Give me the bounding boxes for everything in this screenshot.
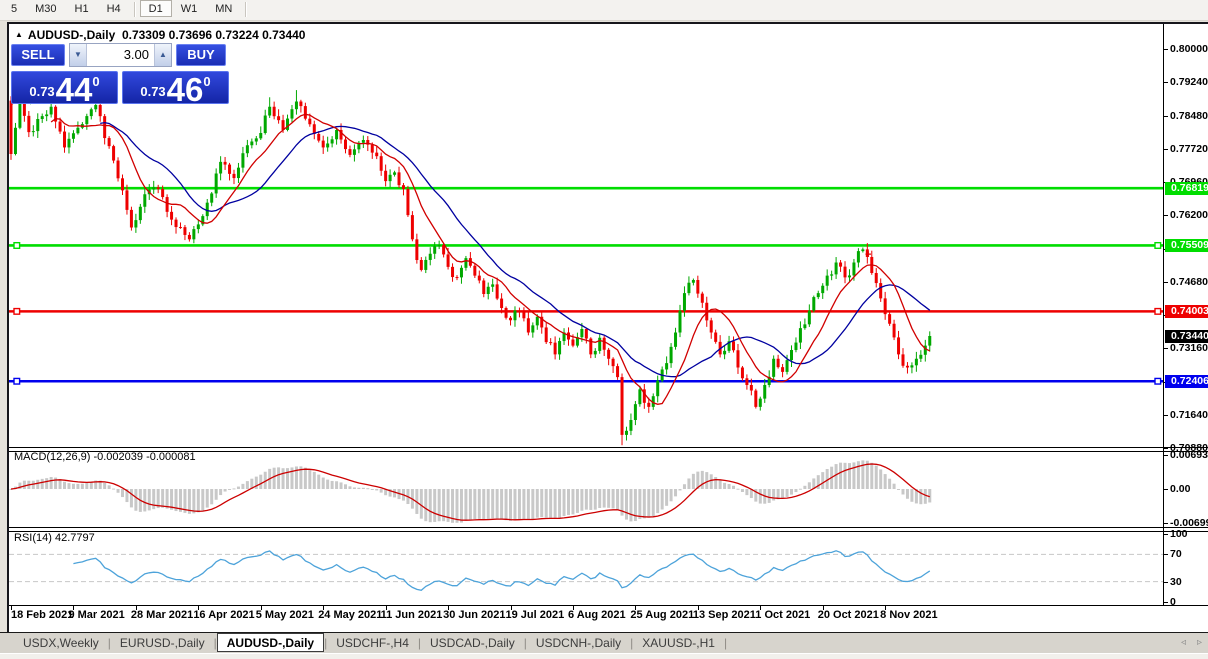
rsi-tick [1163,534,1168,535]
tab-eurusd-[interactable]: EURUSD-,Daily [111,633,214,652]
tab-audusd-[interactable]: AUDUSD-,Daily [217,633,324,652]
rsi-tick [1163,582,1168,583]
one-click-trading-panel: SELL ▼ 3.00 ▲ BUY 0.73 44 0 0.73 46 0 [11,44,230,104]
price-tick [1163,282,1168,283]
rsi-tick [1163,554,1168,555]
tab-usdcnh-[interactable]: USDCNH-,Daily [527,633,630,652]
price-tick-label: 0.80000 [1170,43,1208,55]
symbol-triangle-icon: ▲ [15,30,23,39]
price-tick-label: 0.71640 [1170,409,1208,421]
tab-usdchf-[interactable]: USDCHF-,H4 [327,633,418,652]
timeframe-button-d1[interactable]: D1 [140,0,172,17]
date-label: 11 Jun 2021 [381,609,443,621]
timeframe-button-h1[interactable]: H1 [66,0,98,17]
mt4-terminal: { "toolbar": { "timeframes": ["5","M30",… [0,0,1208,658]
date-label: 25 Aug 2021 [630,609,694,621]
rsi-label: RSI(14) 42.7797 [14,532,95,544]
date-label: 1 Oct 2021 [755,609,810,621]
time-axis-line [9,605,1208,606]
rsi-tick-label: 30 [1170,576,1182,588]
rsi-tick-label: 70 [1170,548,1182,560]
volume-stepper: ▼ 3.00 ▲ [69,43,172,67]
volume-input[interactable]: 3.00 [87,44,154,66]
date-label: 24 May 2021 [318,609,382,621]
rsi-tick [1163,602,1168,603]
sell-button[interactable]: SELL [11,44,65,66]
timeframe-button-h4[interactable]: H4 [98,0,130,17]
price-tick [1163,448,1168,449]
price-tick-label: 0.79240 [1170,76,1208,88]
chart-window[interactable]: ▲ AUDUSD-,Daily 0.73309 0.73696 0.73224 0… [7,22,1208,635]
level-price-label: 0.72406 [1165,375,1208,388]
tab-usdcad-[interactable]: USDCAD-,Daily [421,633,524,652]
date-label: 13 Sep 2021 [693,609,756,621]
macd-tick-label: 0.006936 [1170,449,1208,461]
date-label: 6 Aug 2021 [568,609,626,621]
status-strip [0,653,1208,659]
volume-decrease-icon[interactable]: ▼ [70,44,87,66]
chart-tab-bar: USDX,Weekly|EURUSD-,Daily|AUDUSD-,Daily|… [0,632,1208,653]
sell-price-sup: 0 [92,74,99,89]
price-tick-label: 0.73160 [1170,342,1208,354]
level-price-label: 0.74003 [1165,305,1208,318]
buy-price-sup: 0 [203,74,210,89]
price-tick [1163,82,1168,83]
date-label: 18 Feb 2021 [11,609,73,621]
date-label: 5 May 2021 [256,609,314,621]
sell-price-big: 44 [56,76,93,103]
tab-usdx[interactable]: USDX,Weekly [14,633,108,652]
tab-scroll-right-icon[interactable]: ▹ [1197,638,1202,648]
sell-price-small: 0.73 [29,84,54,99]
date-label: 20 Oct 2021 [818,609,879,621]
timeframe-button-5[interactable]: 5 [2,0,26,17]
date-label: 9 Mar 2021 [68,609,124,621]
macd-tick [1163,489,1168,490]
macd-tick [1163,523,1168,524]
buy-price-small: 0.73 [140,84,165,99]
timeframe-button-m30[interactable]: M30 [26,0,65,17]
level-price-label: 0.75509 [1165,239,1208,252]
chart-title: ▲ AUDUSD-,Daily 0.73309 0.73696 0.73224 0… [15,28,305,42]
buy-price-big: 46 [167,76,204,103]
current-price-label: 0.73440 [1165,330,1208,343]
date-label: 19 Jul 2021 [506,609,565,621]
tab-separator: | [724,633,727,650]
timeframe-button-w1[interactable]: W1 [172,0,207,17]
macd-label: MACD(12,26,9) -0.002039 -0.000081 [14,451,196,463]
level-price-label: 0.76819 [1165,182,1208,195]
tab-scroll-left-icon[interactable]: ◃ [1181,638,1186,648]
price-tick-label: 0.78480 [1170,110,1208,122]
buy-price-display[interactable]: 0.73 46 0 [122,71,229,104]
price-tick-label: 0.76200 [1170,209,1208,221]
price-tick [1163,415,1168,416]
price-tick-label: 0.74680 [1170,276,1208,288]
toolbar-separator [134,2,136,17]
rsi-tick-label: 0 [1170,596,1176,608]
tab-xauusd-[interactable]: XAUUSD-,H1 [633,633,724,652]
date-label: 8 Nov 2021 [880,609,937,621]
rsi-plot[interactable] [9,530,1163,605]
sell-price-display[interactable]: 0.73 44 0 [11,71,118,104]
volume-increase-icon[interactable]: ▲ [154,44,171,66]
price-tick [1163,149,1168,150]
toolbar-separator [245,2,247,17]
date-label: 16 Apr 2021 [193,609,254,621]
chart-title-ohlc: 0.73309 0.73696 0.73224 0.73440 [122,28,306,42]
chart-title-symbol: AUDUSD-,Daily [28,28,115,42]
timeframe-toolbar: 5M30H1H4 D1W1MN [0,0,1208,21]
buy-button[interactable]: BUY [176,44,226,66]
price-tick [1163,348,1168,349]
date-label: 30 Jun 2021 [443,609,505,621]
cross-marker-icon: + [865,250,871,260]
price-tick [1163,116,1168,117]
macd-tick-label: 0.00 [1170,483,1190,495]
price-tick [1163,49,1168,50]
macd-tick [1163,455,1168,456]
price-tick-label: 0.77720 [1170,143,1208,155]
date-label: 28 Mar 2021 [131,609,193,621]
rsi-tick-label: 100 [1170,528,1188,540]
timeframe-button-mn[interactable]: MN [206,0,241,17]
price-tick [1163,215,1168,216]
